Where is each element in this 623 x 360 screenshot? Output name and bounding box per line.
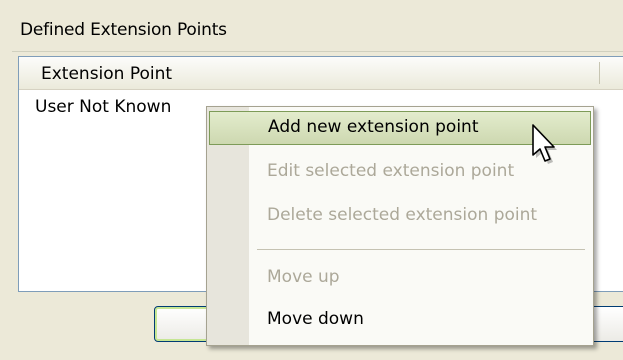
group-divider [12,51,623,52]
menu-item-label: Add new extension point [268,117,479,137]
menu-item-label: Edit selected extension point [267,161,515,181]
group-title: Defined Extension Points [20,20,227,40]
list-header: Extension Point [19,57,623,90]
menu-item-move-down[interactable]: Move down [209,303,591,337]
menu-item-label: Move up [267,267,340,287]
menu-item-label: Delete selected extension point [267,205,538,225]
menu-separator [257,249,585,250]
column-header-extension-point[interactable]: Extension Point [41,64,172,84]
menu-item-delete-extension-point[interactable]: Delete selected extension point [209,199,591,233]
menu-item-move-up[interactable]: Move up [209,261,591,295]
list-item[interactable]: User Not Known [35,97,171,117]
menu-item-label: Move down [267,309,364,329]
mouse-pointer-icon [532,124,557,164]
column-separator[interactable] [599,62,600,84]
